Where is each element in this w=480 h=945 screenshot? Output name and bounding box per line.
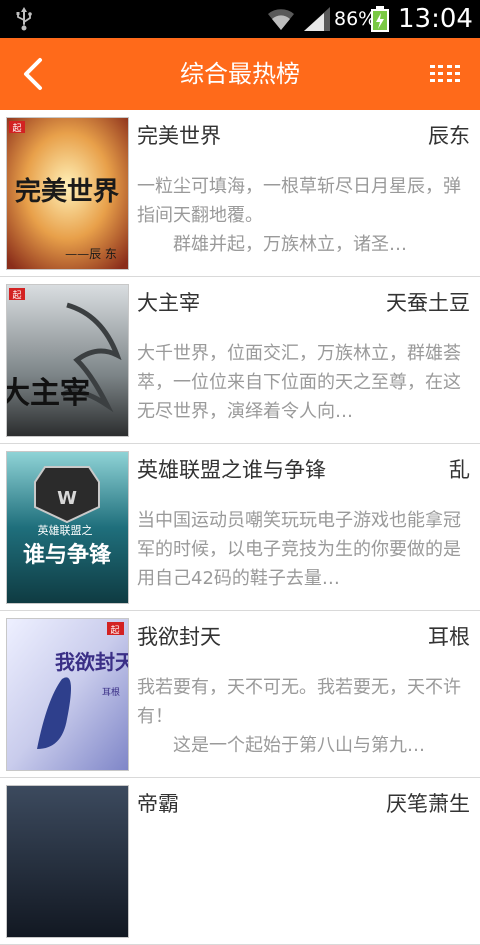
book-list-item[interactable]: 起 我欲封天 耳根 我欲封天 耳根 我若要有，天不可无。我若要无，天不许有！ 这… — [0, 611, 480, 778]
book-author: 厌笔萧生 — [386, 792, 470, 816]
status-clock: 13:04 — [398, 4, 473, 34]
battery-icon — [371, 6, 389, 32]
book-cover: 起 我欲封天 耳根 — [7, 619, 128, 770]
book-title: 完美世界 — [137, 124, 221, 148]
svg-text:起: 起 — [12, 123, 21, 134]
svg-text:W: W — [57, 488, 77, 509]
book-description: 我若要有，天不可无。我若要无，天不许有！ 这是一个起始于第八山与第九… — [137, 677, 461, 756]
svg-text:起: 起 — [110, 625, 119, 636]
cover-title: 我欲封天 — [55, 650, 128, 674]
cover-subtitle: 英雄联盟之 — [38, 523, 93, 537]
book-cover: W 英雄联盟之 谁与争锋 — [7, 452, 128, 603]
book-description: 一粒尘可填海，一根草斩尽日月星辰，弹指间天翻地覆。 群雄并起，万族林立，诸圣… — [137, 176, 461, 255]
book-author: 辰东 — [428, 124, 470, 148]
book-author: 天蚕土豆 — [386, 291, 470, 315]
usb-icon — [16, 7, 32, 31]
cover-author: 耳根 — [102, 686, 120, 698]
book-list-item[interactable]: W 英雄联盟之 谁与争锋 英雄联盟之谁与争锋 乱 当中国运动员嘲笑玩玩电子游戏也… — [0, 444, 480, 611]
book-description — [137, 840, 470, 927]
cover-author: ——辰 东 — [65, 247, 117, 261]
book-cover — [7, 786, 128, 937]
book-title: 大主宰 — [137, 291, 200, 315]
svg-text:起: 起 — [12, 290, 21, 301]
cover-title: 谁与争锋 — [23, 542, 112, 568]
book-author: 乱 — [449, 458, 470, 482]
page-title: 综合最热榜 — [180, 60, 300, 88]
book-title: 帝霸 — [137, 792, 179, 816]
book-description: 当中国运动员嘲笑玩玩电子游戏也能拿冠军的时候，以电子竞技为生的你要做的是用自己4… — [137, 510, 461, 589]
list-menu-icon — [430, 65, 460, 82]
book-cover: 起 大主宰 — [7, 285, 128, 436]
app-bar: 综合最热榜 — [0, 38, 480, 110]
book-cover: 起 完美世界 ——辰 东 — [7, 118, 128, 269]
cover-title: 大主宰 — [7, 376, 90, 411]
book-list: 起 完美世界 ——辰 东 完美世界 辰东 一粒尘可填海，一根草斩尽日月星辰，弹指… — [0, 110, 480, 945]
cover-title: 完美世界 — [15, 176, 119, 207]
signal-icon — [304, 7, 330, 31]
status-bar: 86% 13:04 — [0, 0, 480, 38]
menu-button[interactable] — [422, 52, 468, 96]
book-list-item[interactable]: 起 完美世界 ——辰 东 完美世界 辰东 一粒尘可填海，一根草斩尽日月星辰，弹指… — [0, 110, 480, 277]
book-list-item[interactable]: 起 大主宰 大主宰 天蚕土豆 大千世界，位面交汇，万族林立，群雄荟萃，一位位来自… — [0, 277, 480, 444]
wifi-icon — [268, 9, 294, 31]
book-title: 英雄联盟之谁与争锋 — [137, 458, 326, 482]
book-title: 我欲封天 — [137, 625, 221, 649]
book-list-item[interactable]: 帝霸 厌笔萧生 — [0, 778, 480, 945]
book-author: 耳根 — [428, 625, 470, 649]
book-description: 大千世界，位面交汇，万族林立，群雄荟萃，一位位来自下位面的天之至尊，在这无尽世界… — [137, 343, 461, 422]
